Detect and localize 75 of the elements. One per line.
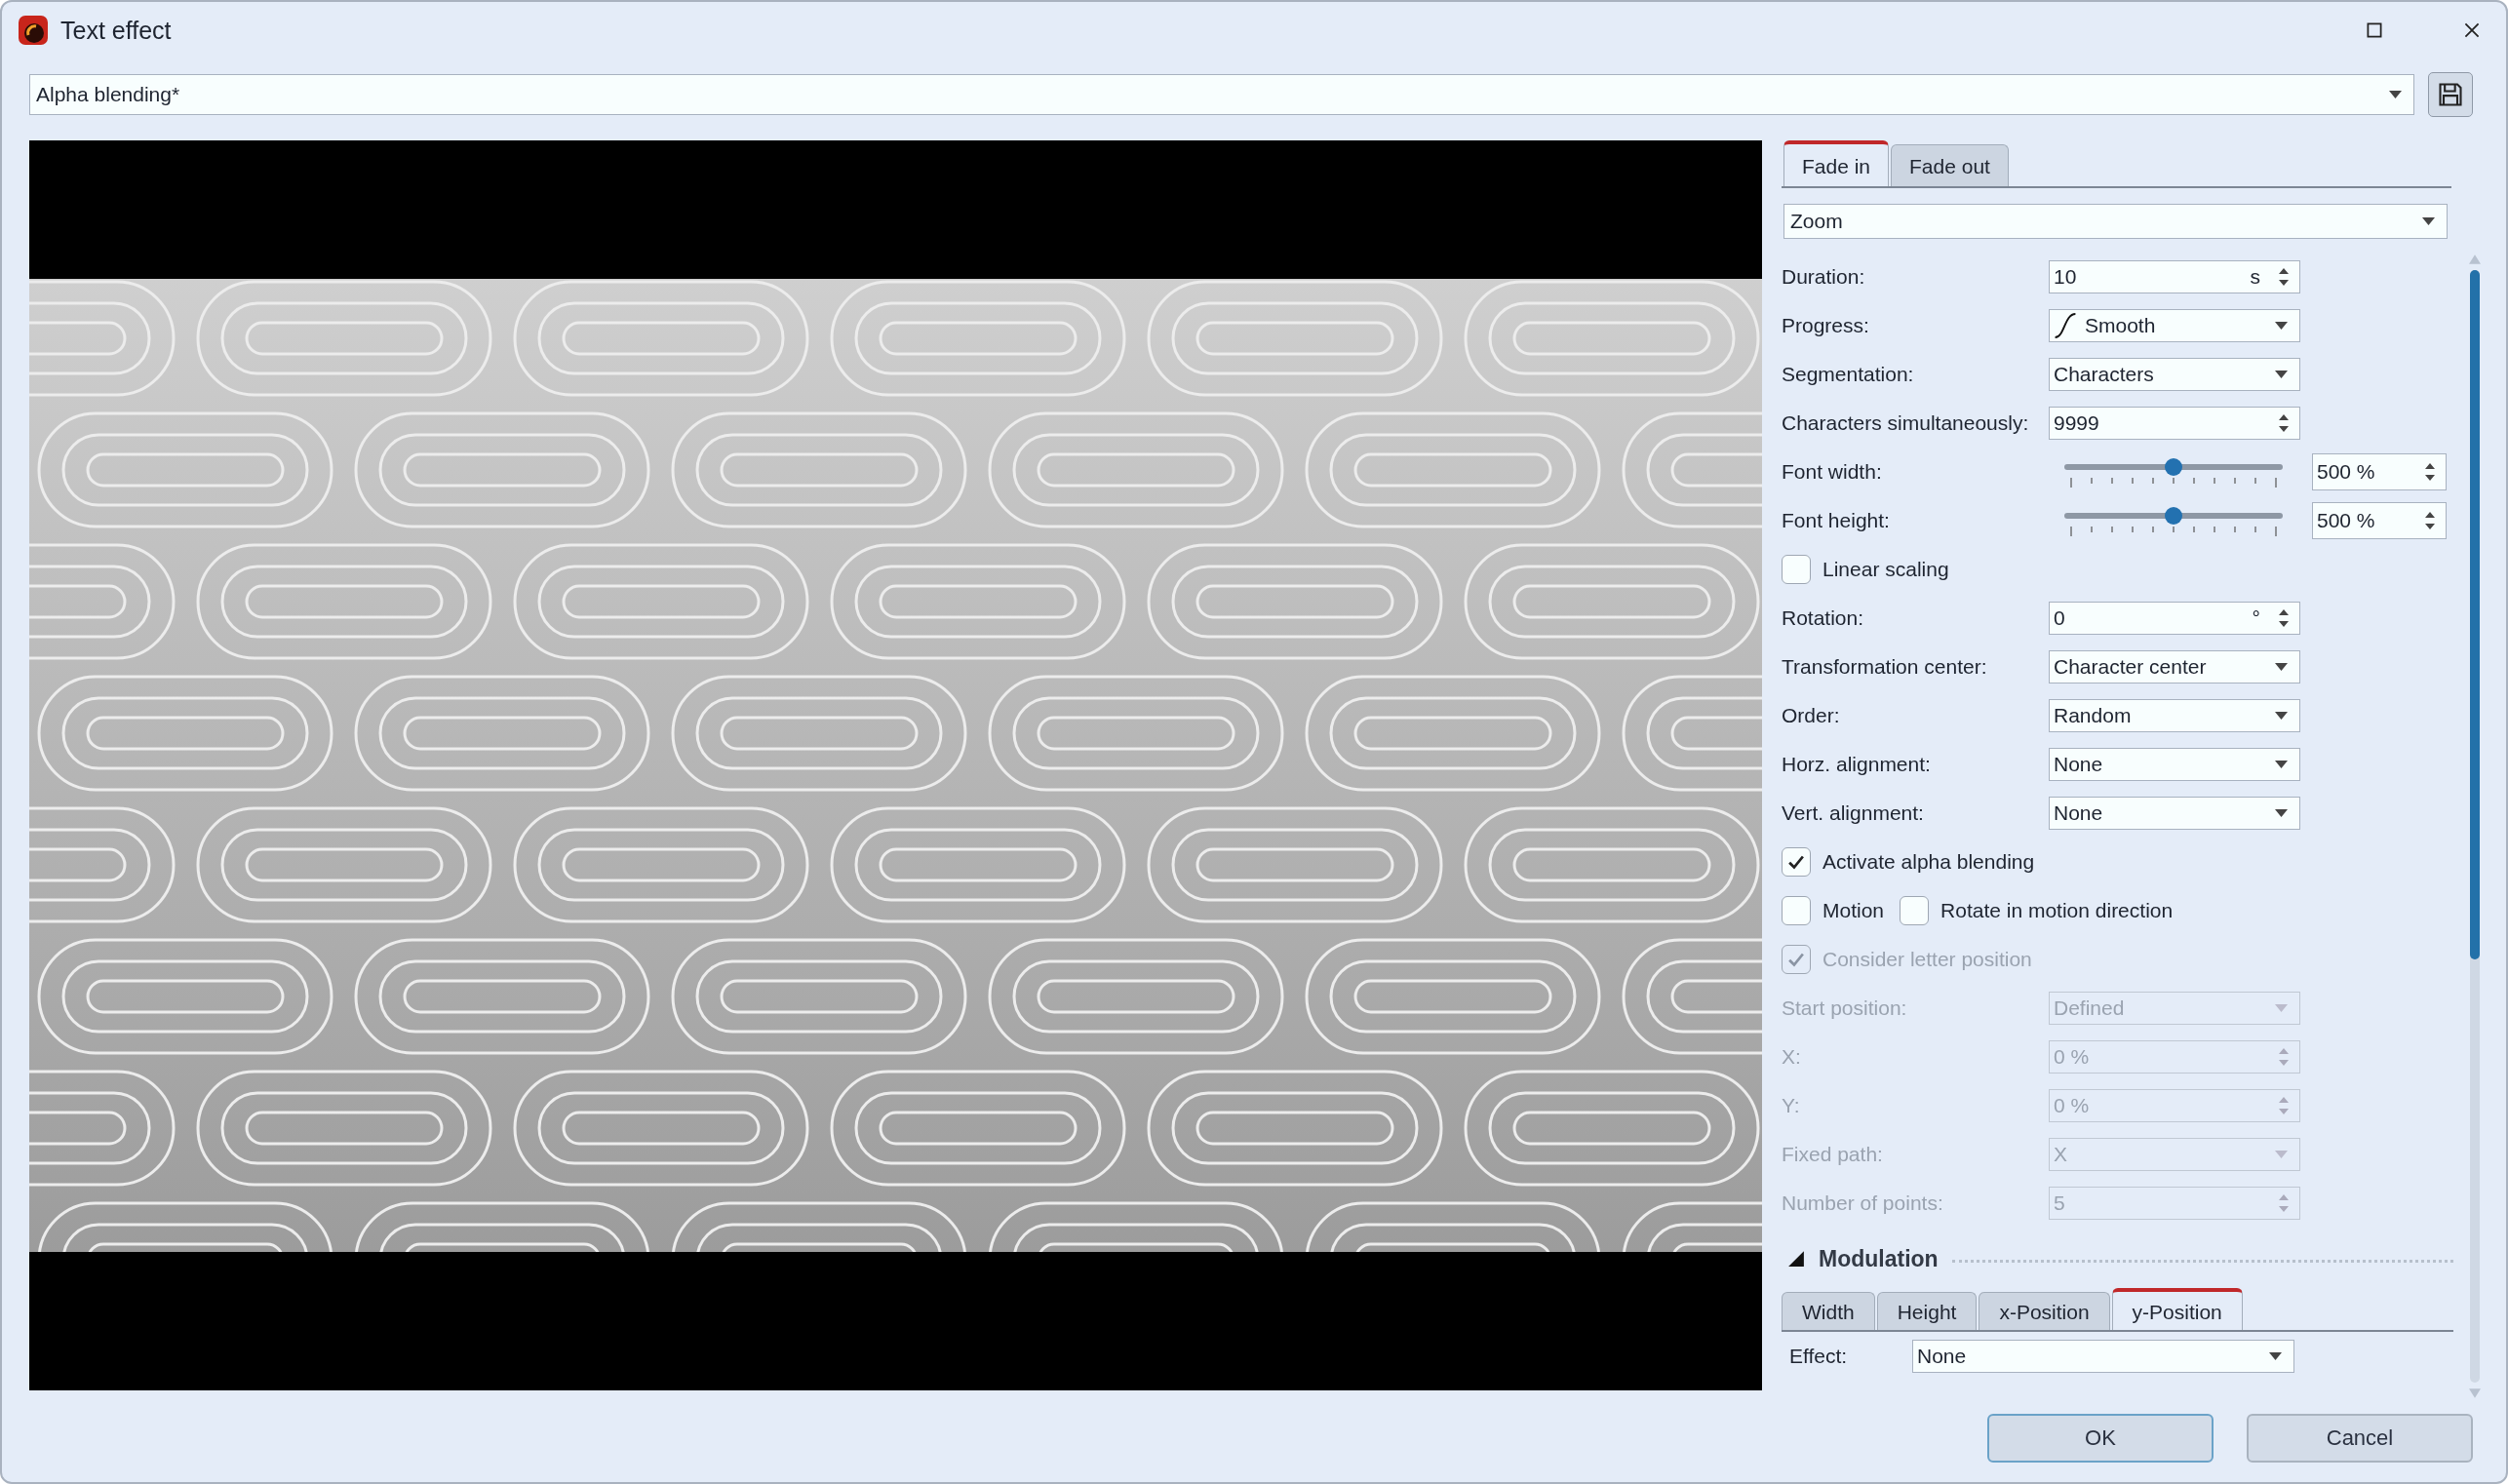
slider-thumb[interactable] <box>2165 507 2182 525</box>
spin-field[interactable]: 10 s <box>2049 260 2300 293</box>
field-label: Segmentation: <box>1782 363 1915 386</box>
dropdown[interactable]: Random <box>2049 699 2300 732</box>
caret-icon <box>2275 712 2288 720</box>
curve-icon <box>2054 312 2077 339</box>
spin-field[interactable]: 0 ° <box>2049 602 2300 635</box>
caret-icon <box>2275 322 2288 330</box>
spin-arrows-icon[interactable] <box>2424 510 2436 531</box>
field-label: Rotation: <box>1782 606 1865 630</box>
app-icon <box>18 15 49 46</box>
tab[interactable]: Height <box>1876 1292 1978 1330</box>
save-icon <box>2437 81 2464 108</box>
caret-icon <box>2275 371 2288 378</box>
dropdown[interactable]: Smooth <box>2049 309 2300 342</box>
spin-field[interactable]: 9999 <box>2049 407 2300 440</box>
checkbox-box[interactable] <box>1782 555 1811 584</box>
spin-arrows-icon[interactable] <box>2424 461 2436 483</box>
tab[interactable]: Fade out <box>1891 144 2009 186</box>
caret-icon <box>2275 663 2288 671</box>
dropdown[interactable]: None <box>1912 1340 2294 1373</box>
preset-dropdown[interactable]: Alpha blending* <box>29 74 2414 115</box>
checkbox[interactable]: Rotate in motion direction <box>1900 896 2174 925</box>
field-label: Progress: <box>1782 314 1870 337</box>
spin-field[interactable]: 500 % <box>2312 453 2447 490</box>
unit-label: s <box>2250 265 2260 289</box>
spin-arrows-icon[interactable] <box>2278 412 2290 434</box>
spin-arrows-icon[interactable] <box>2278 266 2290 288</box>
caret-icon <box>2389 91 2402 98</box>
dialog-button[interactable]: Cancel <box>2247 1414 2473 1463</box>
field-label: Duration: <box>1782 265 1866 289</box>
dropdown[interactable]: Character center <box>2049 650 2300 683</box>
unit-label: ° <box>2252 606 2260 630</box>
caret-icon <box>2269 1352 2282 1360</box>
field-label: Effect: <box>1788 1345 1849 1368</box>
spin-field[interactable]: 500 % <box>2312 502 2447 539</box>
slider-thumb[interactable] <box>2165 458 2182 476</box>
field-label: Number of points: <box>1782 1191 1944 1215</box>
field-label: Vert. alignment: <box>1782 801 1925 825</box>
spin-arrows-icon[interactable] <box>2278 607 2290 629</box>
section-title: Modulation <box>1819 1245 1939 1272</box>
checkbox-box[interactable] <box>1900 896 1930 925</box>
checkbox[interactable]: Activate alpha blending <box>1782 847 2035 877</box>
caret-icon <box>2275 809 2288 817</box>
scrollbar-thumb[interactable] <box>2470 270 2480 960</box>
field-label: X: <box>1782 1045 1802 1069</box>
tab[interactable]: Width <box>1782 1292 1875 1330</box>
field-label: Characters simultaneously: <box>1782 411 2030 435</box>
collapse-triangle-icon[interactable] <box>1787 1250 1805 1268</box>
caret-icon <box>2275 761 2288 768</box>
dropdown[interactable]: None <box>2049 797 2300 830</box>
effect-dropdown[interactable]: Zoom <box>1783 204 2448 239</box>
field-label: Transformation center: <box>1782 655 1988 679</box>
window-title: Text effect <box>60 16 172 45</box>
tab[interactable]: y-Position <box>2111 1288 2243 1330</box>
checkbox[interactable]: Motion <box>1782 896 1885 925</box>
checkbox-box[interactable] <box>1782 896 1811 925</box>
tab[interactable]: x-Position <box>1979 1292 2110 1330</box>
checkbox[interactable]: Linear scaling <box>1782 555 1949 584</box>
field-label: Fixed path: <box>1782 1143 1884 1166</box>
caret-icon <box>2275 1151 2288 1158</box>
dropdown[interactable]: None <box>2049 748 2300 781</box>
save-button[interactable] <box>2428 72 2473 117</box>
caret-icon <box>2422 217 2435 225</box>
dialog-button[interactable]: OK <box>1987 1414 2214 1463</box>
field-label: Y: <box>1782 1094 1801 1117</box>
tab[interactable]: Fade in <box>1783 140 1890 186</box>
field-label: Font width: <box>1782 460 1883 484</box>
field-label: Horz. alignment: <box>1782 753 1932 776</box>
field-label: Start position: <box>1782 996 1908 1020</box>
field-label: Font height: <box>1782 509 1891 532</box>
dropdown[interactable]: Characters <box>2049 358 2300 391</box>
caret-icon <box>2275 1004 2288 1012</box>
checkbox-box[interactable] <box>1782 847 1811 877</box>
field-label: Order: <box>1782 704 1841 727</box>
